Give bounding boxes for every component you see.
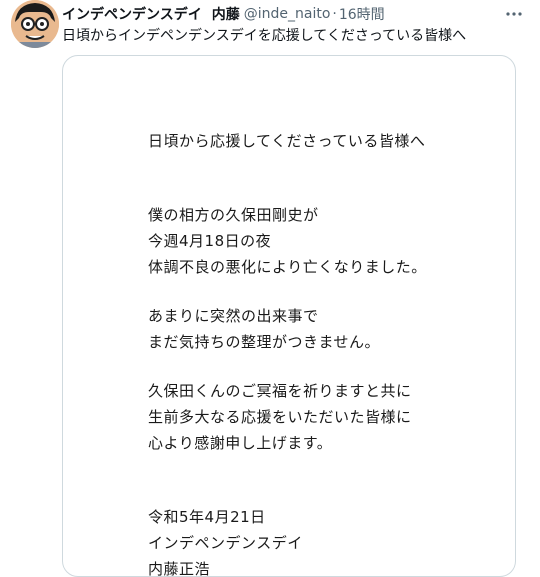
letter-line: 久保田くんのご冥福を祈りますと共に (148, 382, 412, 400)
letter-date: 令和5年4月21日 (148, 508, 266, 526)
tweet: インデペンデンスデイ 内藤 @inde_naito · 16時間 日頃からインデ… (0, 0, 540, 577)
timestamp[interactable]: 16時間 (339, 4, 385, 24)
letter-line: まだ気持ちの整理がつきません。 (148, 333, 381, 351)
avatar[interactable] (11, 0, 59, 48)
letter-line: 僕の相方の久保田剛史が (148, 206, 319, 224)
user-handle[interactable]: @inde_naito (244, 6, 331, 22)
display-name[interactable]: インデペンデンスデイ (62, 4, 202, 24)
letter-signature-group: インデペンデンスデイ (148, 534, 303, 552)
attached-image[interactable]: 日頃から応援してくださっている皆様へ 僕の相方の久保田剛史が 今週4月18日の夜… (62, 55, 516, 577)
cartoon-face-icon (11, 0, 59, 48)
letter-line: 生前多大なる応援をいただいた皆様に (148, 408, 412, 426)
more-horizontal-icon (506, 12, 522, 16)
letter-line: 心より感謝申し上げます。 (148, 434, 333, 452)
letter-signature-name: 内藤正浩 (148, 560, 211, 577)
letter-line: 今週4月18日の夜 (148, 232, 272, 250)
tweet-header: インデペンデンスデイ 内藤 @inde_naito · 16時間 (62, 4, 385, 24)
letter-salutation: 日頃から応援してくださっている皆様へ (148, 132, 426, 150)
more-options-button[interactable] (502, 2, 526, 26)
letter-text: 日頃から応援してくださっている皆様へ 僕の相方の久保田剛史が 今週4月18日の夜… (148, 128, 488, 577)
display-name-suffix[interactable]: 内藤 (212, 4, 240, 24)
letter-line: あまりに突然の出来事で (148, 307, 319, 325)
tweet-text: 日頃からインデペンデンスデイを応援してくださっている皆様へ (62, 28, 467, 44)
separator: · (332, 6, 337, 22)
letter-line: 体調不良の悪化により亡くなりました。 (148, 258, 427, 276)
